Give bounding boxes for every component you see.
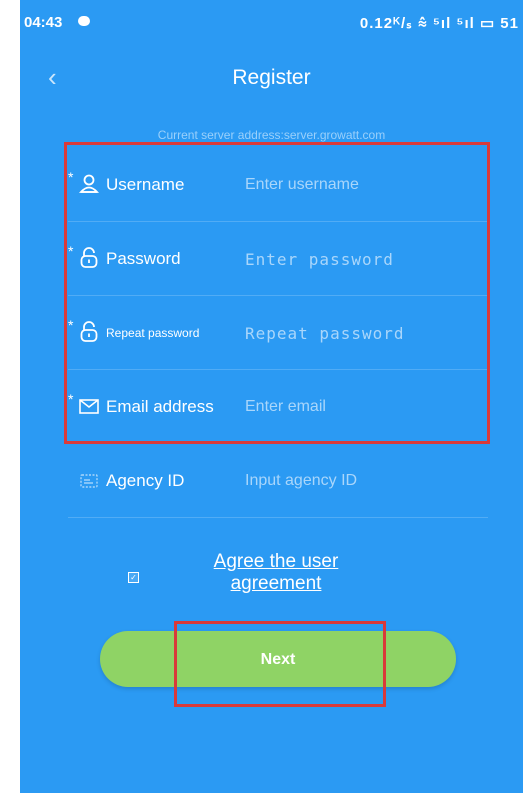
agency-icon: [80, 474, 98, 488]
page-title: Register: [232, 66, 311, 89]
message-icon: [78, 16, 90, 26]
register-screen: 04:43 0.12ᴷ/ₛ ⩯ ⁵ıl ⁵ıl ▭ 51 ‹ Register …: [20, 0, 523, 793]
status-bar: 04:43 0.12ᴷ/ₛ ⩯ ⁵ıl ⁵ıl ▭ 51: [20, 0, 523, 44]
user-agreement-link[interactable]: Agree the user agreement: [170, 551, 382, 595]
agency-row: Agency ID: [68, 443, 488, 518]
required-fields-highlight: [64, 142, 490, 444]
server-address: Current server address:server.growatt.co…: [157, 128, 386, 142]
header: ‹ Register: [20, 56, 523, 96]
status-indicators: 0.12ᴷ/ₛ ⩯ ⁵ıl ⁵ıl ▭ 51: [359, 15, 519, 32]
agency-label: Agency ID: [106, 471, 185, 490]
next-button-highlight: [174, 621, 386, 707]
agency-input[interactable]: [245, 469, 485, 493]
status-time: 04:43: [24, 14, 63, 31]
agree-checkbox[interactable]: ✓: [128, 572, 139, 583]
